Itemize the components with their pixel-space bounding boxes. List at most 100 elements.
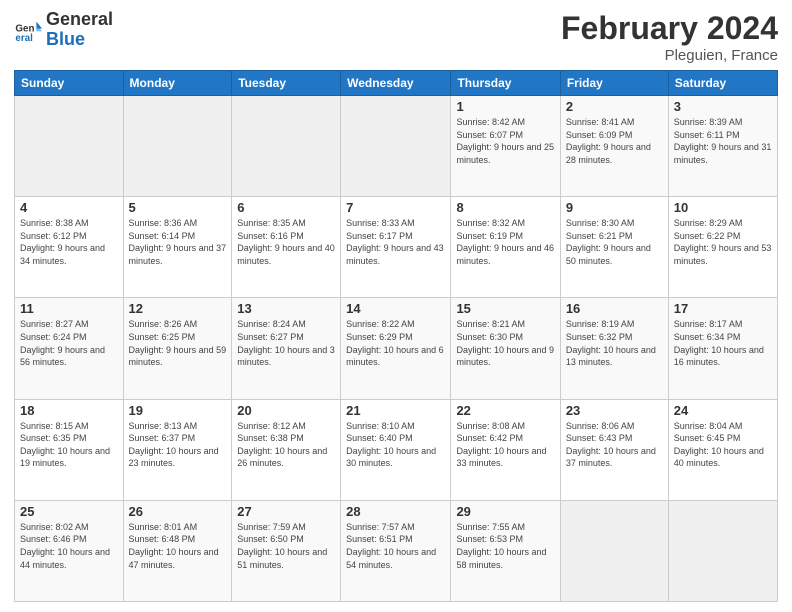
location: Pleguien, France (561, 47, 778, 64)
calendar-cell: 20 Sunrise: 8:12 AM Sunset: 6:38 PM Dayli… (232, 399, 341, 500)
weekday-header-sunday: Sunday (15, 71, 124, 96)
calendar-cell: 12 Sunrise: 8:26 AM Sunset: 6:25 PM Dayli… (123, 298, 232, 399)
day-info: Sunrise: 8:33 AM Sunset: 6:17 PM Dayligh… (346, 217, 445, 267)
day-info: Sunrise: 8:41 AM Sunset: 6:09 PM Dayligh… (566, 116, 663, 166)
calendar-cell: 18 Sunrise: 8:15 AM Sunset: 6:35 PM Dayli… (15, 399, 124, 500)
day-info: Sunrise: 8:36 AM Sunset: 6:14 PM Dayligh… (129, 217, 227, 267)
calendar-cell: 26 Sunrise: 8:01 AM Sunset: 6:48 PM Dayli… (123, 500, 232, 601)
day-info: Sunrise: 8:35 AM Sunset: 6:16 PM Dayligh… (237, 217, 335, 267)
calendar-page: Gen eral General Blue February 2024 Pleg… (0, 0, 792, 612)
day-info: Sunrise: 8:15 AM Sunset: 6:35 PM Dayligh… (20, 420, 118, 470)
day-number: 14 (346, 301, 445, 316)
day-info: Sunrise: 8:42 AM Sunset: 6:07 PM Dayligh… (456, 116, 554, 166)
calendar-week-3: 11Sunrise: 8:27 AM Sunset: 6:24 PM Dayli… (15, 298, 778, 399)
day-info: Sunrise: 8:24 AM Sunset: 6:27 PM Dayligh… (237, 318, 335, 368)
calendar-cell: 22 Sunrise: 8:08 AM Sunset: 6:42 PM Dayli… (451, 399, 560, 500)
day-number: 17 (674, 301, 772, 316)
day-info: Sunrise: 8:38 AM Sunset: 6:12 PM Dayligh… (20, 217, 118, 267)
day-number: 2 (566, 99, 663, 114)
calendar-cell: 1Sunrise: 8:42 AM Sunset: 6:07 PM Daylig… (451, 96, 560, 197)
calendar-cell: 16 Sunrise: 8:19 AM Sunset: 6:32 PM Dayli… (560, 298, 668, 399)
svg-text:eral: eral (15, 33, 33, 44)
day-info: Sunrise: 8:30 AM Sunset: 6:21 PM Dayligh… (566, 217, 663, 267)
calendar-cell: 10 Sunrise: 8:29 AM Sunset: 6:22 PM Dayli… (668, 197, 777, 298)
weekday-header-saturday: Saturday (668, 71, 777, 96)
calendar-cell: 2 Sunrise: 8:41 AM Sunset: 6:09 PM Daylig… (560, 96, 668, 197)
calendar-cell (560, 500, 668, 601)
calendar-cell: 23 Sunrise: 8:06 AM Sunset: 6:43 PM Dayli… (560, 399, 668, 500)
calendar-cell: 24Sunrise: 8:04 AM Sunset: 6:45 PM Dayli… (668, 399, 777, 500)
calendar-week-1: 1Sunrise: 8:42 AM Sunset: 6:07 PM Daylig… (15, 96, 778, 197)
day-info: Sunrise: 7:55 AM Sunset: 6:53 PM Dayligh… (456, 521, 554, 571)
weekday-header-friday: Friday (560, 71, 668, 96)
logo: Gen eral General Blue (14, 10, 113, 50)
day-info: Sunrise: 8:08 AM Sunset: 6:42 PM Dayligh… (456, 420, 554, 470)
calendar-cell: 19 Sunrise: 8:13 AM Sunset: 6:37 PM Dayli… (123, 399, 232, 500)
weekday-header-monday: Monday (123, 71, 232, 96)
calendar-cell: 6Sunrise: 8:35 AM Sunset: 6:16 PM Daylig… (232, 197, 341, 298)
day-info: Sunrise: 8:39 AM Sunset: 6:11 PM Dayligh… (674, 116, 772, 166)
day-number: 23 (566, 403, 663, 418)
day-info: Sunrise: 8:06 AM Sunset: 6:43 PM Dayligh… (566, 420, 663, 470)
day-number: 21 (346, 403, 445, 418)
calendar-cell (123, 96, 232, 197)
day-info: Sunrise: 8:17 AM Sunset: 6:34 PM Dayligh… (674, 318, 772, 368)
day-info: Sunrise: 8:27 AM Sunset: 6:24 PM Dayligh… (20, 318, 118, 368)
day-number: 4 (20, 200, 118, 215)
calendar-cell: 15 Sunrise: 8:21 AM Sunset: 6:30 PM Dayli… (451, 298, 560, 399)
day-number: 25 (20, 504, 118, 519)
day-number: 28 (346, 504, 445, 519)
calendar-cell: 28 Sunrise: 7:57 AM Sunset: 6:51 PM Dayli… (341, 500, 451, 601)
calendar-cell: 7 Sunrise: 8:33 AM Sunset: 6:17 PM Daylig… (341, 197, 451, 298)
day-info: Sunrise: 8:29 AM Sunset: 6:22 PM Dayligh… (674, 217, 772, 267)
calendar-cell: 25 Sunrise: 8:02 AM Sunset: 6:46 PM Dayli… (15, 500, 124, 601)
calendar-cell: 29Sunrise: 7:55 AM Sunset: 6:53 PM Dayli… (451, 500, 560, 601)
header: Gen eral General Blue February 2024 Pleg… (14, 10, 778, 64)
day-number: 26 (129, 504, 227, 519)
day-info: Sunrise: 8:21 AM Sunset: 6:30 PM Dayligh… (456, 318, 554, 368)
calendar-cell (668, 500, 777, 601)
title-section: February 2024 Pleguien, France (561, 10, 778, 64)
day-info: Sunrise: 8:10 AM Sunset: 6:40 PM Dayligh… (346, 420, 445, 470)
calendar-week-2: 4 Sunrise: 8:38 AM Sunset: 6:12 PM Daylig… (15, 197, 778, 298)
day-info: Sunrise: 8:13 AM Sunset: 6:37 PM Dayligh… (129, 420, 227, 470)
day-number: 20 (237, 403, 335, 418)
day-number: 13 (237, 301, 335, 316)
calendar-cell: 17 Sunrise: 8:17 AM Sunset: 6:34 PM Dayli… (668, 298, 777, 399)
day-number: 19 (129, 403, 227, 418)
month-year: February 2024 (561, 10, 778, 47)
weekday-header-tuesday: Tuesday (232, 71, 341, 96)
day-number: 8 (456, 200, 554, 215)
day-number: 5 (129, 200, 227, 215)
calendar-body: 1Sunrise: 8:42 AM Sunset: 6:07 PM Daylig… (15, 96, 778, 602)
day-info: Sunrise: 8:26 AM Sunset: 6:25 PM Dayligh… (129, 318, 227, 368)
day-info: Sunrise: 8:19 AM Sunset: 6:32 PM Dayligh… (566, 318, 663, 368)
calendar-header: SundayMondayTuesdayWednesdayThursdayFrid… (15, 71, 778, 96)
day-info: Sunrise: 8:02 AM Sunset: 6:46 PM Dayligh… (20, 521, 118, 571)
day-number: 10 (674, 200, 772, 215)
day-number: 22 (456, 403, 554, 418)
day-number: 27 (237, 504, 335, 519)
day-info: Sunrise: 8:12 AM Sunset: 6:38 PM Dayligh… (237, 420, 335, 470)
logo-icon: Gen eral (14, 16, 42, 44)
day-info: Sunrise: 8:01 AM Sunset: 6:48 PM Dayligh… (129, 521, 227, 571)
calendar-cell: 8Sunrise: 8:32 AM Sunset: 6:19 PM Daylig… (451, 197, 560, 298)
weekday-header-thursday: Thursday (451, 71, 560, 96)
calendar-cell: 27 Sunrise: 7:59 AM Sunset: 6:50 PM Dayli… (232, 500, 341, 601)
logo-blue: Blue (46, 30, 113, 50)
calendar-cell: 5 Sunrise: 8:36 AM Sunset: 6:14 PM Daylig… (123, 197, 232, 298)
day-info: Sunrise: 7:57 AM Sunset: 6:51 PM Dayligh… (346, 521, 445, 571)
calendar-cell: 4 Sunrise: 8:38 AM Sunset: 6:12 PM Daylig… (15, 197, 124, 298)
day-number: 12 (129, 301, 227, 316)
day-number: 15 (456, 301, 554, 316)
logo-general: General (46, 10, 113, 30)
day-number: 7 (346, 200, 445, 215)
calendar-cell: 11Sunrise: 8:27 AM Sunset: 6:24 PM Dayli… (15, 298, 124, 399)
calendar-cell: 21 Sunrise: 8:10 AM Sunset: 6:40 PM Dayli… (341, 399, 451, 500)
day-number: 24 (674, 403, 772, 418)
day-info: Sunrise: 7:59 AM Sunset: 6:50 PM Dayligh… (237, 521, 335, 571)
logo-text: General Blue (46, 10, 113, 50)
day-number: 16 (566, 301, 663, 316)
day-number: 18 (20, 403, 118, 418)
weekday-header-row: SundayMondayTuesdayWednesdayThursdayFrid… (15, 71, 778, 96)
